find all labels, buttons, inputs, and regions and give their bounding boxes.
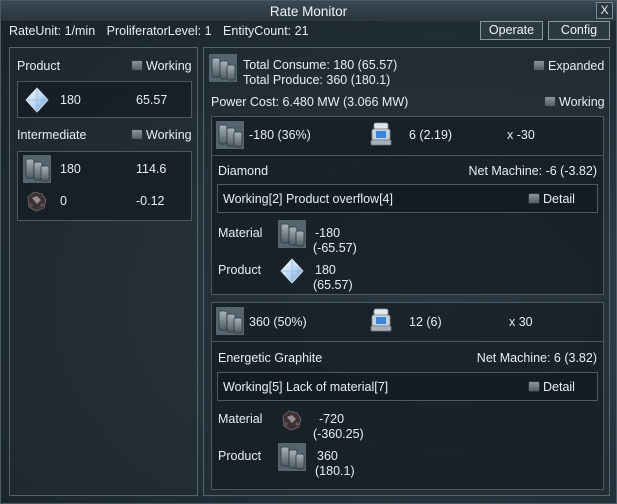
toggle-label: Detail [543, 380, 575, 394]
detail-toggle[interactable]: Detail [528, 192, 575, 206]
intermediate-section-label: Intermediate [17, 128, 87, 142]
power-cost-label: Power Cost: 6.480 MW (3.066 MW) [211, 95, 409, 109]
recipe-card-diamond: -180 (36%) 6 (2.19) x -30 Diamond Net Ma… [211, 116, 604, 295]
product-value: 360 [317, 449, 338, 463]
checkbox-icon [528, 381, 540, 392]
checkbox-icon [131, 60, 143, 71]
energetic-graphite-icon [209, 54, 237, 82]
product-rate: 65.57 [136, 93, 168, 107]
recipe-multiplier: x -30 [507, 128, 535, 142]
recipe-card-energetic-graphite: 360 (50%) 12 (6) x 30 Energetic Graphite… [211, 302, 604, 490]
toggle-label: Detail [543, 192, 575, 206]
machine-count: 6 (2.19) [409, 128, 453, 142]
recipe-status-bar: Working[2] Product overflow[4] Detail [217, 184, 598, 213]
status-line: RateUnit: 1/min ProliferatorLevel: 1 Ent… [9, 24, 317, 38]
material-label: Material [218, 226, 263, 240]
proliferator-level-label: ProliferatorLevel: 1 [106, 24, 212, 38]
detail-toggle[interactable]: Detail [528, 380, 575, 394]
machine-count: 12 (6) [409, 315, 442, 329]
intermediate-list: 180 114.6 0 -0.12 [17, 151, 192, 221]
coal-ore-icon [23, 187, 51, 215]
recipe-name: Diamond [218, 164, 269, 178]
diamond-icon [278, 257, 306, 285]
product-label: Product [218, 263, 262, 277]
recipe-name: Energetic Graphite [218, 351, 323, 365]
energetic-graphite-icon [278, 220, 306, 248]
diamond-icon [23, 86, 51, 114]
title-bar[interactable]: Rate Monitor [1, 1, 616, 21]
intermediate-rate: 114.6 [136, 162, 167, 176]
product-label: Product [218, 449, 262, 463]
net-machine-label: Net Machine: 6 (3.82) [476, 351, 597, 365]
assembler-icon [367, 306, 395, 334]
checkbox-icon [533, 60, 545, 71]
material-label: Material [218, 412, 263, 426]
product-working-toggle[interactable]: Working [131, 59, 192, 73]
recipe-status: Working[5] Lack of material[7] [223, 380, 389, 394]
net-machine-label: Net Machine: -6 (-3.82) [468, 164, 597, 178]
divider [212, 341, 603, 342]
expanded-toggle[interactable]: Expanded [533, 59, 604, 73]
entity-count-label: EntityCount: 21 [223, 24, 309, 38]
intermediate-count: 180 [60, 162, 81, 176]
material-sub-value: (-360.25) [313, 427, 364, 441]
coal-ore-icon [278, 406, 306, 434]
product-count: 180 [60, 93, 81, 107]
intermediate-count: 0 [60, 194, 67, 208]
toggle-label: Working [146, 59, 192, 73]
intermediate-working-toggle[interactable]: Working [131, 128, 192, 142]
energetic-graphite-icon [216, 307, 244, 335]
rate-monitor-window: Rate Monitor X RateUnit: 1/min Prolifera… [0, 0, 617, 504]
checkbox-icon [528, 193, 540, 204]
recipe-status-bar: Working[5] Lack of material[7] Detail [217, 372, 598, 401]
checkbox-icon [131, 129, 143, 140]
recipe-rate: -180 (36%) [249, 128, 311, 142]
recipe-status: Working[2] Product overflow[4] [223, 192, 393, 206]
intermediate-rate: -0.12 [136, 194, 165, 208]
product-section-label: Product [17, 59, 61, 73]
right-panel: Total Consume: 180 (65.57) Total Produce… [203, 47, 610, 496]
recipe-multiplier: x 30 [509, 315, 533, 329]
material-value: -720 [319, 412, 345, 426]
product-sub-value: (180.1) [315, 464, 355, 478]
config-button[interactable]: Config [548, 21, 610, 40]
product-value: 180 [315, 263, 336, 277]
checkbox-icon [544, 96, 556, 107]
energetic-graphite-icon [216, 121, 244, 149]
assembler-icon [367, 120, 395, 148]
rate-unit-label: RateUnit: 1/min [9, 24, 96, 38]
recipe-rate: 360 (50%) [249, 315, 307, 329]
product-list: 180 65.57 [17, 81, 192, 118]
material-sub-value: (-65.57) [313, 241, 357, 255]
divider [212, 155, 603, 156]
total-produce-label: Total Produce: 360 (180.1) [243, 73, 391, 87]
left-panel: Product Working 180 65.57 Intermediate W… [9, 47, 198, 496]
toggle-label: Working [559, 95, 605, 109]
material-value: -180 [315, 226, 341, 240]
close-button[interactable]: X [596, 2, 613, 19]
product-sub-value: (65.57) [313, 278, 353, 292]
working-toggle[interactable]: Working [544, 95, 605, 109]
operate-button[interactable]: Operate [480, 21, 543, 40]
toggle-label: Working [146, 128, 192, 142]
energetic-graphite-icon [278, 443, 306, 471]
toggle-label: Expanded [548, 59, 605, 73]
total-consume-label: Total Consume: 180 (65.57) [243, 58, 398, 72]
energetic-graphite-icon [23, 155, 51, 183]
window-title: Rate Monitor [269, 4, 348, 19]
